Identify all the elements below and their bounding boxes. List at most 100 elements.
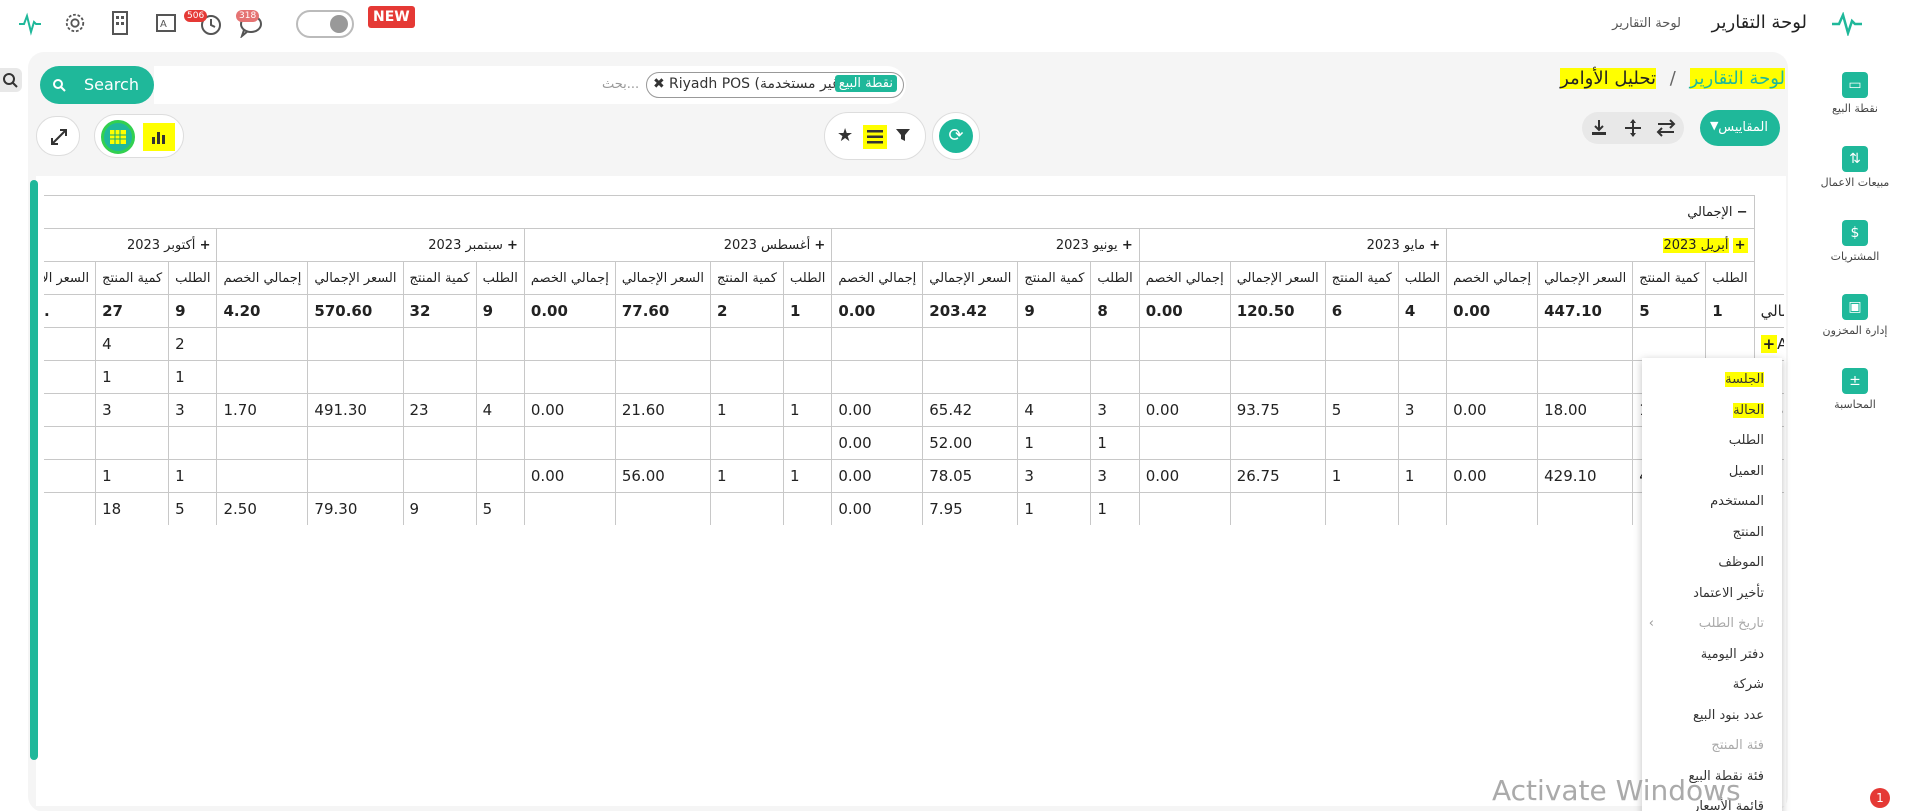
table-cell[interactable] — [1229, 492, 1326, 525]
table-cell[interactable] — [523, 492, 616, 525]
table-cell[interactable] — [402, 459, 477, 493]
table-cell[interactable]: 4 — [1397, 294, 1448, 328]
table-cell[interactable] — [1537, 360, 1634, 394]
sidebar-item-inventory[interactable]: ▣ إدارة المخزون — [1805, 294, 1905, 337]
toggle-switch[interactable] — [296, 10, 354, 38]
table-cell[interactable]: 570.60 — [307, 294, 404, 328]
graph-view-button[interactable] — [143, 123, 175, 151]
table-cell[interactable]: 429.10 — [1537, 459, 1634, 493]
pivot-table-container[interactable]: − الإجمالي + أبريل 2023 + مايو 2023 + يو… — [44, 195, 1784, 525]
table-cell[interactable] — [307, 360, 404, 394]
table-cell[interactable]: 2 — [168, 327, 218, 361]
table-cell[interactable] — [922, 327, 1019, 361]
table-cell[interactable]: 1 — [709, 393, 785, 427]
table-cell[interactable] — [307, 426, 404, 460]
table-cell[interactable]: 0.00 — [1138, 294, 1231, 328]
expand-icon[interactable]: + — [1760, 335, 1778, 353]
month-header[interactable]: + يونيو 2023 — [831, 228, 1140, 262]
table-cell[interactable] — [1138, 492, 1231, 525]
table-cell[interactable] — [1632, 327, 1707, 361]
favorites-button[interactable]: ★ — [837, 125, 853, 146]
table-cell[interactable]: 0.00 — [1446, 294, 1539, 328]
table-cell[interactable] — [475, 426, 525, 460]
table-cell[interactable]: 56.00 — [614, 459, 711, 493]
table-cell[interactable]: 1 — [1705, 294, 1755, 328]
table-cell[interactable]: 0.00 — [831, 492, 924, 525]
expand-icon[interactable]: + — [814, 238, 825, 253]
measure-header[interactable]: السعر الإجمالي — [307, 261, 404, 295]
collapse-icon[interactable]: − — [1737, 205, 1748, 220]
translate-icon[interactable]: A — [156, 14, 176, 32]
table-cell[interactable] — [1397, 492, 1448, 525]
table-cell[interactable]: 80 — [44, 459, 97, 493]
search-button[interactable]: Search — [40, 66, 154, 104]
table-cell[interactable] — [475, 459, 525, 493]
table-cell[interactable] — [782, 327, 833, 361]
table-cell[interactable] — [614, 492, 711, 525]
table-cell[interactable] — [523, 360, 616, 394]
measure-header[interactable]: كمية المنتج — [1324, 261, 1399, 295]
table-cell[interactable]: 1 — [95, 459, 170, 493]
groupby-button[interactable] — [863, 125, 887, 149]
table-cell[interactable] — [402, 360, 477, 394]
measure-header[interactable]: الطلب — [1090, 261, 1140, 295]
table-cell[interactable]: 18.00 — [1537, 393, 1634, 427]
table-cell[interactable]: 120.50 — [1229, 294, 1326, 328]
table-cell[interactable]: 1 — [168, 360, 218, 394]
table-cell[interactable] — [95, 426, 170, 460]
table-cell[interactable] — [1138, 327, 1231, 361]
table-cell[interactable]: 9 — [168, 294, 218, 328]
table-cell[interactable]: 4 — [95, 327, 170, 361]
search-input[interactable]: بحث... — [602, 77, 639, 92]
table-cell[interactable]: 0.00 — [1138, 459, 1231, 493]
table-cell[interactable]: 8 — [1090, 294, 1140, 328]
table-cell[interactable] — [614, 327, 711, 361]
table-cell[interactable]: 4 — [475, 393, 525, 427]
table-cell[interactable]: 1 — [1090, 492, 1140, 525]
table-cell[interactable]: 26.75 — [1229, 459, 1326, 493]
table-cell[interactable]: 491.30 — [307, 393, 404, 427]
table-cell[interactable]: 6 — [1324, 294, 1399, 328]
measures-button[interactable]: المقاييس ▼ — [1700, 110, 1780, 146]
month-header[interactable]: + سبتمبر 2023 — [216, 228, 525, 262]
table-cell[interactable] — [44, 426, 97, 460]
table-cell[interactable] — [1229, 360, 1326, 394]
table-cell[interactable] — [1090, 360, 1140, 394]
measure-header[interactable]: الطلب — [475, 261, 525, 295]
dropdown-item[interactable]: المستخدم — [1710, 494, 1764, 509]
table-cell[interactable]: 3 — [1090, 459, 1140, 493]
building-icon[interactable] — [108, 10, 132, 36]
measure-header[interactable]: كمية المنتج — [95, 261, 170, 295]
table-cell[interactable]: 1 — [95, 360, 170, 394]
refresh-button[interactable]: ⟳ — [932, 112, 980, 160]
sidebar-item-pos[interactable]: ▭ نقطة البيع — [1805, 72, 1905, 115]
sidebar-item-accounting[interactable]: ± المحاسبة — [1805, 368, 1905, 411]
table-cell[interactable]: 0.00 — [523, 294, 616, 328]
vertical-scrollbar[interactable] — [30, 180, 38, 760]
table-cell[interactable]: 50 — [44, 393, 97, 427]
table-cell[interactable]: 21.60 — [614, 393, 711, 427]
table-cell[interactable]: 0.00 — [1446, 459, 1539, 493]
table-cell[interactable]: 3 — [1017, 459, 1092, 493]
table-cell[interactable]: 1 — [782, 393, 833, 427]
measure-header[interactable]: كمية المنتج — [1632, 261, 1707, 295]
measure-header[interactable]: إجمالي الخصم — [1138, 261, 1231, 295]
table-cell[interactable] — [307, 459, 404, 493]
download-button[interactable] — [1590, 119, 1608, 141]
app-logo-icon[interactable] — [1831, 11, 1863, 38]
facet-remove-icon[interactable]: ✖ — [653, 76, 665, 92]
table-cell[interactable] — [1324, 426, 1399, 460]
month-header[interactable]: + أبريل 2023 — [1446, 228, 1755, 262]
table-cell[interactable] — [1229, 426, 1326, 460]
table-cell[interactable] — [831, 327, 924, 361]
table-cell[interactable]: 3 — [1090, 393, 1140, 427]
measure-header[interactable]: السعر الإجمالي — [614, 261, 711, 295]
table-cell[interactable]: 5 — [1632, 294, 1707, 328]
table-cell[interactable] — [216, 426, 309, 460]
dropdown-item[interactable]: عدد بنود البيع — [1693, 708, 1764, 723]
table-cell[interactable] — [402, 426, 477, 460]
expand-button[interactable] — [36, 116, 80, 156]
table-cell[interactable]: 5 — [1324, 393, 1399, 427]
notification-count-badge[interactable]: 1 — [1870, 788, 1890, 808]
table-cell[interactable]: 1 — [782, 294, 833, 328]
